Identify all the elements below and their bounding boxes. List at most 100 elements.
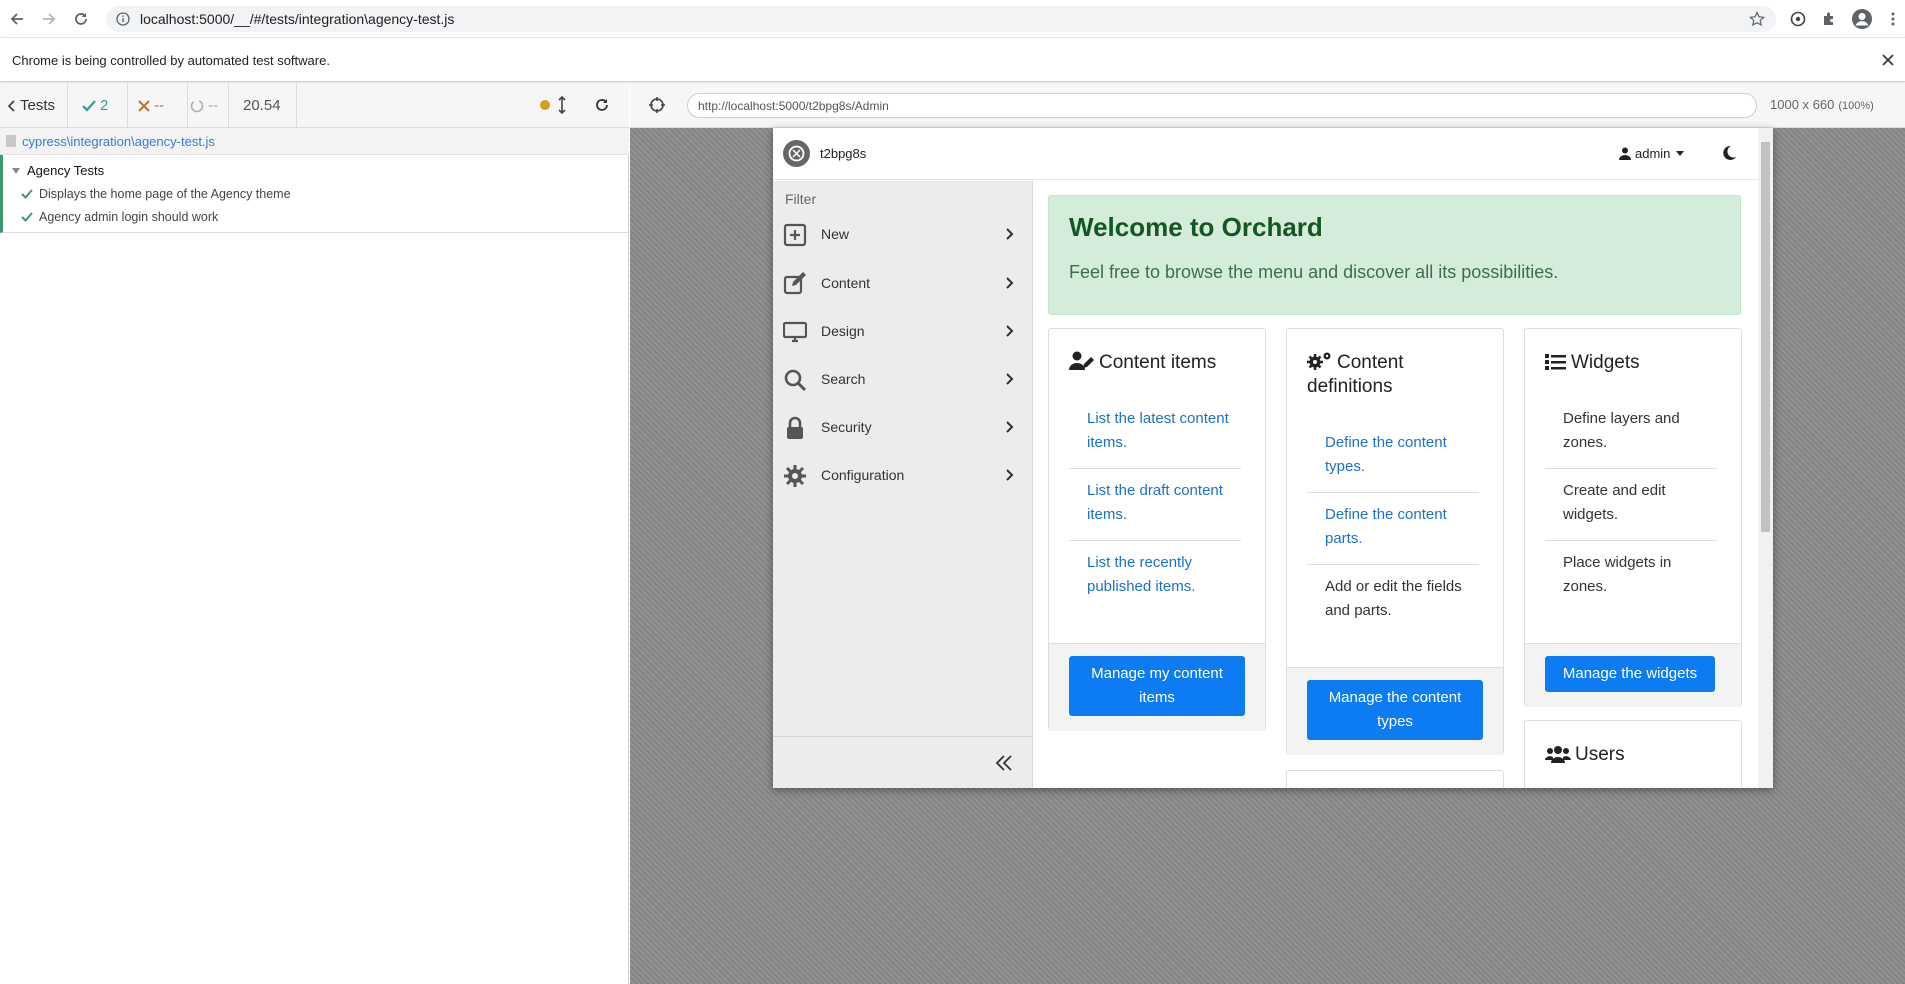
passed-count: 2 — [68, 83, 128, 128]
puzzle-icon[interactable] — [1818, 8, 1840, 30]
duration: 20.54 — [229, 83, 297, 128]
aut-header: http://localhost:5000/t2bpg8s/Admin 1000… — [630, 83, 1905, 128]
forward-arrow-icon[interactable] — [38, 8, 60, 30]
reload-icon[interactable] — [70, 8, 92, 30]
test-row[interactable]: Agency admin login should work — [21, 210, 218, 224]
chevron-right-icon — [1006, 469, 1016, 483]
define-parts-link[interactable]: Define the content parts. — [1307, 493, 1479, 565]
card-footer: Manage the content types — [1287, 667, 1503, 755]
chevron-right-icon — [1006, 228, 1016, 242]
sidebar-collapse-row — [773, 736, 1033, 788]
aut-iframe: t2bpg8s admin Filter New Content Design … — [773, 128, 1773, 788]
star-icon[interactable] — [1746, 8, 1768, 30]
automation-infobar: Chrome is being controlled by automated … — [0, 39, 1905, 82]
define-types-link[interactable]: Define the content types. — [1307, 421, 1479, 493]
test-suite: Agency Tests Displays the home page of t… — [0, 155, 629, 233]
infobar-text: Chrome is being controlled by automated … — [12, 52, 330, 68]
widgets-card: Widgets Define layers and zones. Create … — [1524, 328, 1742, 707]
orchard-logo-icon[interactable] — [783, 140, 810, 167]
list-item: Place widgets in zones. — [1563, 554, 1672, 595]
card-list: List the latest content items. List the … — [1069, 397, 1241, 612]
cogs-icon — [1307, 352, 1331, 370]
content-definitions-card: Content definitions Define the content t… — [1286, 328, 1504, 755]
chevron-right-icon — [1006, 373, 1016, 387]
aut-url-field[interactable]: http://localhost:5000/t2bpg8s/Admin — [687, 93, 1757, 118]
list-item: Define layers and zones. — [1545, 397, 1717, 469]
reporter-header: Tests 2 -- -- 20.54 — [0, 83, 629, 128]
users-icon — [1545, 746, 1571, 763]
spec-file-path[interactable]: cypress\integration\agency-test.js — [0, 128, 629, 155]
chevron-right-icon — [1006, 421, 1016, 435]
menu-item-search[interactable]: Search — [773, 356, 1033, 404]
edit-icon — [783, 272, 807, 296]
admin-navbar: t2bpg8s admin — [773, 128, 1758, 180]
card-list: Define layers and zones. Create and edit… — [1545, 397, 1717, 612]
manage-content-types-button[interactable]: Manage the content types — [1307, 680, 1483, 740]
menu-item-configuration[interactable]: Configuration — [773, 452, 1033, 500]
address-bar-url: localhost:5000/__/#/tests/integration\ag… — [140, 11, 455, 27]
caret-down-icon — [1676, 151, 1685, 156]
user-edit-icon — [1069, 351, 1094, 370]
desktop-icon — [783, 320, 807, 344]
lock-icon — [783, 416, 807, 440]
scrollbar-thumb[interactable] — [1761, 142, 1770, 532]
card-footer: Manage my content items — [1049, 643, 1265, 731]
menu-item-security[interactable]: Security — [773, 404, 1033, 452]
welcome-title: Welcome to Orchard — [1069, 212, 1323, 242]
card-title: Widgets — [1545, 351, 1725, 375]
cog-icon — [783, 464, 807, 488]
browser-toolbar: localhost:5000/__/#/tests/integration\ag… — [0, 0, 1905, 38]
admin-content: Welcome to Orchard Feel free to browse t… — [1048, 180, 1758, 788]
list-draft-link[interactable]: List the draft content items. — [1069, 469, 1241, 541]
card-title: Content definitions — [1307, 352, 1404, 397]
menu-item-content[interactable]: Content — [773, 260, 1033, 308]
menu-item-design[interactable]: Design — [773, 308, 1033, 356]
info-icon[interactable] — [116, 12, 130, 26]
admin-sidebar: Filter New Content Design Search Securit… — [773, 181, 1033, 788]
extension-circle-icon[interactable] — [1787, 8, 1809, 30]
more-menu-icon[interactable] — [1882, 8, 1904, 30]
rerun-icon[interactable] — [594, 97, 610, 113]
check-icon — [21, 189, 33, 199]
profile-avatar-icon[interactable] — [1851, 8, 1873, 30]
card-title: Content items — [1069, 351, 1249, 375]
manage-widgets-button[interactable]: Manage the widgets — [1545, 656, 1715, 692]
close-icon[interactable] — [1879, 51, 1897, 69]
users-card: Users — [1524, 720, 1742, 788]
tests-link-label: Tests — [20, 97, 56, 114]
list-item: Add or edit the fields and parts. — [1325, 578, 1462, 619]
site-name[interactable]: t2bpg8s — [820, 146, 866, 161]
pending-count: -- — [188, 83, 229, 128]
collapse-sidebar-icon[interactable] — [995, 754, 1013, 772]
welcome-subtitle: Feel free to browse the menu and discove… — [1069, 262, 1559, 282]
back-to-tests-button[interactable]: Tests — [0, 83, 68, 128]
back-arrow-icon[interactable] — [6, 8, 28, 30]
list-latest-link[interactable]: List the latest content items. — [1069, 397, 1241, 469]
cypress-reporter: Tests 2 -- -- 20.54 cypress\integration\… — [0, 83, 629, 984]
chevron-right-icon — [1006, 277, 1016, 291]
running-indicator-icon — [540, 100, 550, 110]
menu-filter-input[interactable]: Filter — [785, 191, 816, 207]
welcome-banner: Welcome to Orchard Feel free to browse t… — [1048, 195, 1741, 315]
menu-item-new[interactable]: New — [773, 211, 1033, 259]
manage-content-items-button[interactable]: Manage my content items — [1069, 656, 1245, 716]
address-bar[interactable]: localhost:5000/__/#/tests/integration\ag… — [106, 6, 1776, 32]
user-menu[interactable]: admin — [1619, 146, 1685, 161]
check-icon — [21, 212, 33, 222]
list-published-link[interactable]: List the recently published items. — [1069, 541, 1241, 612]
test-row[interactable]: Displays the home page of the Agency the… — [21, 187, 291, 201]
suite-title[interactable]: Agency Tests — [11, 163, 104, 178]
autoscroll-icon[interactable] — [558, 96, 566, 114]
dark-mode-toggle-icon[interactable] — [1721, 145, 1739, 163]
card-title: Users — [1545, 743, 1725, 767]
card-footer: Manage the widgets — [1525, 643, 1741, 707]
selector-playground-icon[interactable] — [648, 96, 666, 114]
list-item: Create and edit widgets. — [1545, 469, 1717, 541]
viewport-size: 1000 x 660 (100%) — [1770, 97, 1874, 112]
chevron-right-icon — [1006, 325, 1016, 339]
card-list: Define the content types. Define the con… — [1307, 421, 1479, 636]
iframe-scrollbar[interactable] — [1758, 128, 1773, 788]
card-partial — [1286, 770, 1504, 788]
failed-count: -- — [128, 83, 188, 128]
file-icon — [6, 135, 16, 147]
